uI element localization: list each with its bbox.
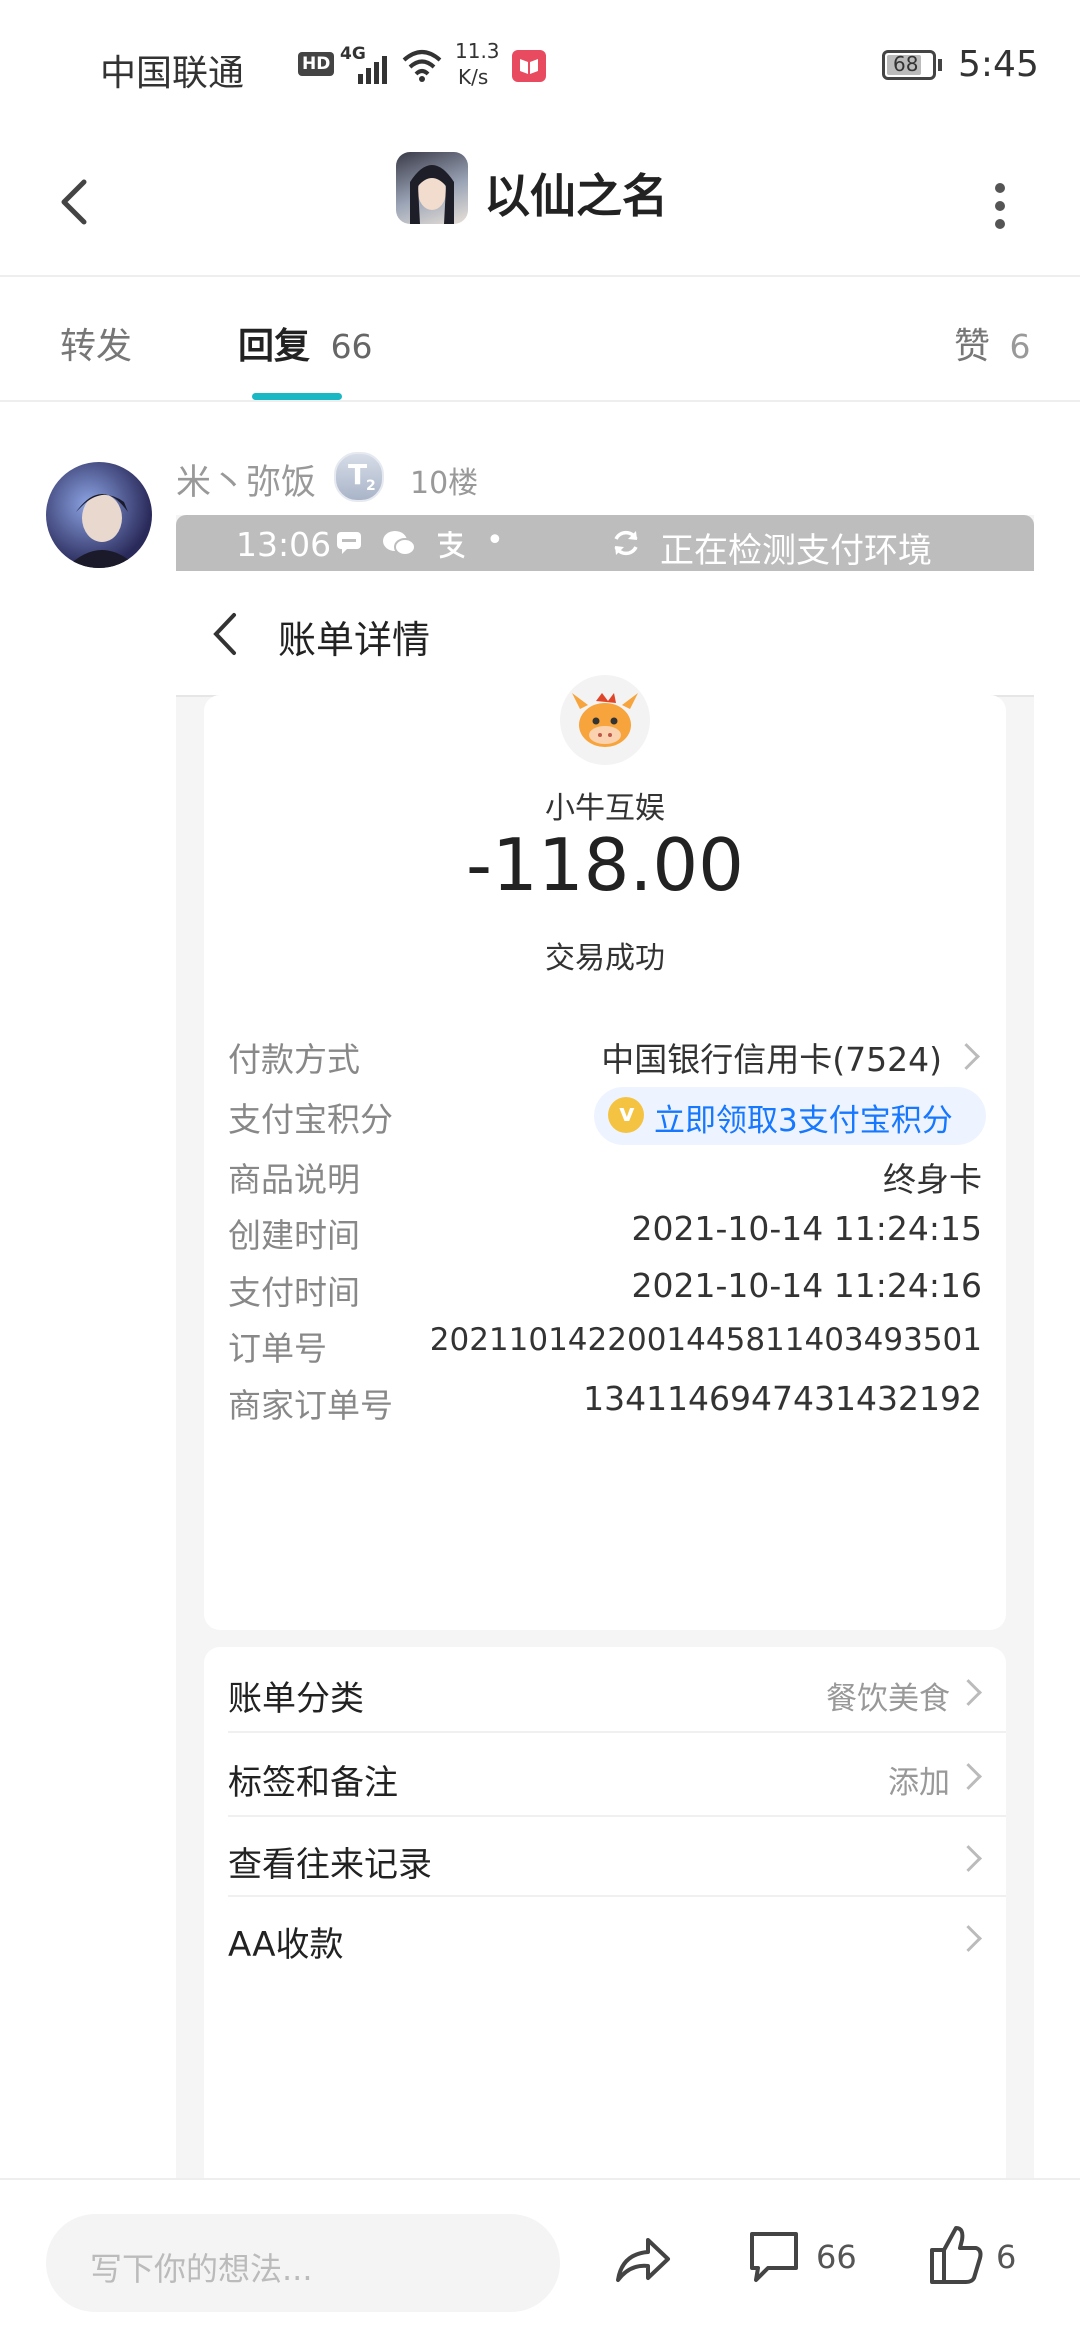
chevron-right-icon — [955, 1679, 982, 1706]
tab-bar: 转发 回复 66 赞 6 — [0, 275, 1080, 402]
clock: 5:45 — [958, 44, 1039, 85]
page-title: 以仙之名 — [484, 169, 668, 223]
tab-replies-count: 66 — [330, 327, 373, 366]
like-count: 6 — [996, 2238, 1017, 2276]
tags-notes-value: 添加 — [888, 1765, 950, 1801]
tab-likes[interactable]: 赞 6 — [954, 317, 1030, 369]
transaction-status: 交易成功 — [545, 941, 665, 976]
net-speed-value: 11.3 — [455, 39, 500, 63]
product-desc-value: 终身卡 — [883, 1160, 982, 1199]
tags-notes-row[interactable]: 标签和备注 添加 — [204, 1733, 1006, 1815]
comment-input-placeholder: 写下你的想法... — [90, 2250, 313, 2288]
payment-method-label: 付款方式 — [228, 1040, 360, 1079]
inner-back-icon[interactable] — [206, 611, 246, 657]
transaction-history-label: 查看往来记录 — [228, 1845, 432, 1885]
inner-dot: • — [486, 523, 504, 558]
level-badge-letter: T — [348, 458, 368, 491]
merchant-name: 小牛互娱 — [545, 791, 665, 826]
merchant-order-id-value: 1341146947431432192 — [583, 1379, 982, 1418]
carrier-name: 中国联通 — [100, 53, 245, 94]
net-speed-unit: K/s — [458, 65, 489, 89]
wechat-icon — [383, 531, 416, 556]
tab-likes-count: 6 — [1009, 327, 1031, 366]
transaction-amount: -118.00 — [466, 823, 744, 907]
battery-level: 68 — [893, 52, 919, 76]
payment-method-row[interactable]: 中国银行信用卡(7524) — [504, 1031, 982, 1081]
forum-avatar[interactable] — [396, 152, 468, 224]
claim-points-text: 立即领取3支付宝积分 — [654, 1103, 953, 1139]
tab-replies-label: 回复 — [238, 326, 311, 367]
battery-tip — [938, 59, 942, 71]
inner-status-bar: 13:06 • 正在检测支付环境 — [176, 515, 1034, 571]
transaction-history-row[interactable]: 查看往来记录 — [204, 1817, 1006, 1895]
user-avatar[interactable] — [46, 462, 152, 568]
back-button[interactable] — [48, 174, 104, 230]
back-arrow-icon — [61, 179, 87, 225]
comment-count: 66 — [816, 2238, 857, 2276]
level-badge: T 2 — [334, 452, 384, 502]
bill-category-label: 账单分类 — [228, 1679, 364, 1719]
tags-notes-label: 标签和备注 — [228, 1763, 398, 1803]
refresh-icon — [614, 530, 638, 556]
battery-icon: 68 — [882, 50, 936, 80]
bill-actions-card: 账单分类 餐饮美食 标签和备注 添加 查看往来记录 AA收款 — [204, 1647, 1006, 2178]
more-options-button[interactable] — [980, 170, 1020, 240]
aa-collect-label: AA收款 — [228, 1925, 344, 1965]
like-button[interactable]: 6 — [928, 2222, 1048, 2294]
chevron-right-icon — [955, 1845, 982, 1872]
checking-payment-text: 正在检测支付环境 — [660, 531, 932, 571]
bottom-action-bar: 写下你的想法... 66 6 — [0, 2178, 1080, 2342]
book-app-icon — [512, 50, 546, 82]
tab-replies[interactable]: 回复 66 — [238, 317, 373, 369]
created-time-label: 创建时间 — [228, 1216, 360, 1255]
comment-input[interactable]: 写下你的想法... — [46, 2214, 560, 2312]
chevron-right-icon — [953, 1043, 980, 1070]
comment-button[interactable]: 66 — [746, 2224, 886, 2294]
payment-method-value: 中国银行信用卡(7524) — [601, 1040, 942, 1079]
reply-image[interactable]: 13:06 • 正在检测支付环境 账单详情 小牛互娱 -118.00 交易成功 … — [176, 515, 1034, 2178]
message-icon — [337, 532, 361, 554]
paid-time-value: 2021-10-14 11:24:16 — [631, 1266, 982, 1305]
floor-number: 10楼 — [410, 466, 479, 501]
share-button[interactable] — [610, 2226, 674, 2290]
order-id-value: 2021101422001445811403493501 — [429, 1322, 982, 1358]
tab-repost[interactable]: 转发 — [60, 317, 132, 369]
chevron-right-icon — [955, 1763, 982, 1790]
merchant-order-id-label: 商家订单号 — [228, 1386, 393, 1425]
top-nav-bar: 以仙之名 — [0, 130, 1080, 277]
level-badge-number: 2 — [366, 478, 376, 494]
wifi-icon — [402, 50, 442, 82]
reply-username[interactable]: 米丶弥饭 — [176, 454, 316, 505]
inner-clock: 13:06 — [236, 525, 332, 564]
status-bar: 中国联通 HD 4G 11.3 K/s 68 5:45 — [0, 0, 1080, 130]
paid-time-label: 支付时间 — [228, 1273, 360, 1312]
order-id-label: 订单号 — [228, 1329, 327, 1368]
points-label: 支付宝积分 — [228, 1100, 393, 1139]
hd-icon: HD — [298, 52, 335, 76]
tab-repost-label: 转发 — [60, 326, 133, 367]
claim-points-button[interactable]: v 立即领取3支付宝积分 — [594, 1087, 986, 1145]
points-coin-icon: v — [608, 1097, 644, 1133]
share-icon — [616, 2238, 670, 2282]
alipay-icon — [438, 531, 465, 559]
more-vertical-icon — [995, 183, 1005, 229]
bill-summary-card: 小牛互娱 -118.00 交易成功 付款方式 中国银行信用卡(7524) 支付宝… — [204, 675, 1006, 1630]
active-tab-indicator — [252, 393, 342, 400]
signal-icon — [358, 56, 387, 84]
bill-category-row[interactable]: 账单分类 餐饮美食 — [204, 1647, 1006, 1731]
bill-category-value: 餐饮美食 — [826, 1681, 950, 1717]
chevron-right-icon — [955, 1925, 982, 1952]
thumbs-up-icon — [930, 2226, 983, 2284]
aa-collect-row[interactable]: AA收款 — [204, 1897, 1006, 1977]
product-desc-label: 商品说明 — [228, 1160, 360, 1199]
comment-icon — [750, 2232, 798, 2282]
bill-detail-title: 账单详情 — [278, 618, 431, 662]
tab-likes-label: 赞 — [954, 326, 991, 367]
created-time-value: 2021-10-14 11:24:15 — [631, 1209, 982, 1248]
points-coin-letter: v — [619, 1099, 635, 1127]
merchant-logo — [560, 675, 650, 765]
